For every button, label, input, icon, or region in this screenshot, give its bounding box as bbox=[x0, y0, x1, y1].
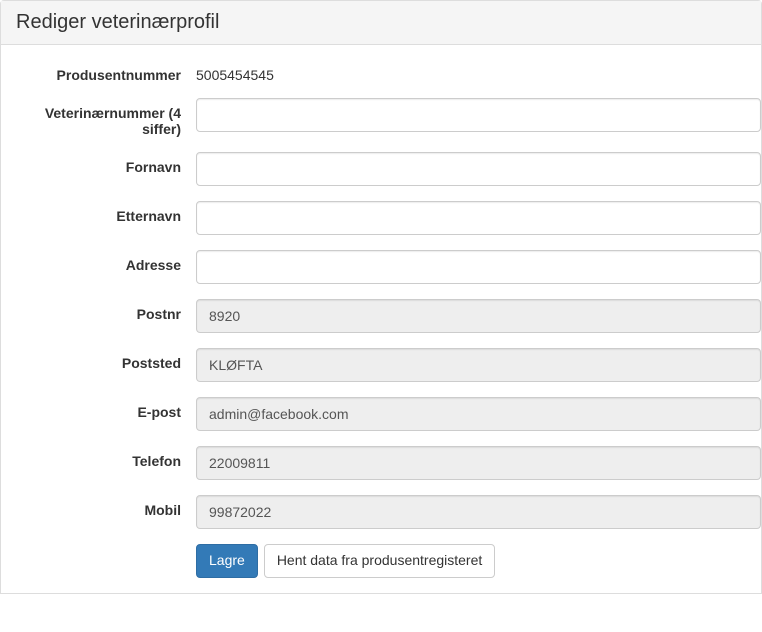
row-telefon: Telefon bbox=[16, 446, 761, 480]
row-adresse: Adresse bbox=[16, 250, 761, 284]
edit-vet-profile-panel: Rediger veterinærprofil Produsentnummer … bbox=[0, 0, 762, 594]
label-telefon: Telefon bbox=[16, 446, 196, 469]
label-poststed: Poststed bbox=[16, 348, 196, 371]
label-veterinaernummer: Veterinærnummer (4 siffer) bbox=[16, 98, 196, 137]
row-veterinaernummer: Veterinærnummer (4 siffer) bbox=[16, 98, 761, 137]
button-row: Lagre Hent data fra produsentregisteret bbox=[196, 544, 761, 578]
label-produsentnummer: Produsentnummer bbox=[16, 60, 196, 83]
label-adresse: Adresse bbox=[16, 250, 196, 273]
panel-heading: Rediger veterinærprofil bbox=[1, 1, 761, 45]
page-title: Rediger veterinærprofil bbox=[16, 11, 746, 34]
row-fornavn: Fornavn bbox=[16, 152, 761, 186]
row-postnr: Postnr bbox=[16, 299, 761, 333]
row-epost: E-post bbox=[16, 397, 761, 431]
label-etternavn: Etternavn bbox=[16, 201, 196, 224]
row-produsentnummer: Produsentnummer 5005454545 bbox=[16, 60, 761, 83]
row-mobil: Mobil bbox=[16, 495, 761, 529]
input-veterinaernummer[interactable] bbox=[196, 98, 761, 132]
label-postnr: Postnr bbox=[16, 299, 196, 322]
label-mobil: Mobil bbox=[16, 495, 196, 518]
row-poststed: Poststed bbox=[16, 348, 761, 382]
input-postnr[interactable] bbox=[196, 299, 761, 333]
save-button[interactable]: Lagre bbox=[196, 544, 258, 578]
value-produsentnummer: 5005454545 bbox=[196, 60, 274, 83]
input-adresse[interactable] bbox=[196, 250, 761, 284]
fetch-from-registry-button[interactable]: Hent data fra produsentregisteret bbox=[264, 544, 495, 578]
input-mobil[interactable] bbox=[196, 495, 761, 529]
input-poststed[interactable] bbox=[196, 348, 761, 382]
input-etternavn[interactable] bbox=[196, 201, 761, 235]
input-telefon[interactable] bbox=[196, 446, 761, 480]
row-etternavn: Etternavn bbox=[16, 201, 761, 235]
label-fornavn: Fornavn bbox=[16, 152, 196, 175]
input-epost[interactable] bbox=[196, 397, 761, 431]
panel-body: Produsentnummer 5005454545 Veterinærnumm… bbox=[1, 45, 761, 593]
input-fornavn[interactable] bbox=[196, 152, 761, 186]
label-epost: E-post bbox=[16, 397, 196, 420]
